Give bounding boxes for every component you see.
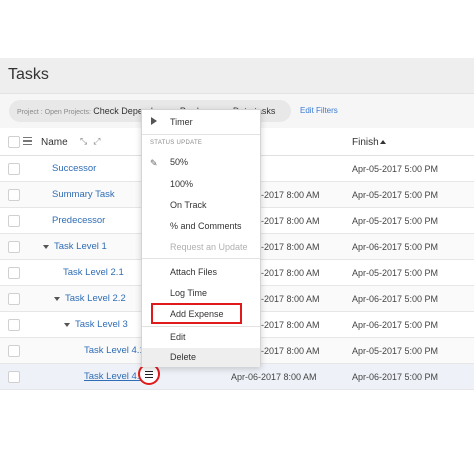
menu-item-label: Timer — [170, 117, 193, 127]
collapse-caret-icon[interactable] — [54, 297, 60, 301]
row-checkbox[interactable] — [8, 345, 20, 357]
finish-date: Apr-05-2017 5:00 PM — [352, 216, 439, 226]
menu-item-status-100[interactable]: 100% — [142, 179, 260, 189]
edit-filters-link[interactable]: Edit Filters — [300, 106, 338, 115]
finish-date: Apr-05-2017 5:00 PM — [352, 346, 439, 356]
menu-divider — [142, 326, 260, 327]
start-date: -2017 8:00 AM — [261, 268, 320, 278]
menu-item-timer[interactable]: Timer — [142, 116, 260, 130]
start-date: -2017 8:00 AM — [261, 294, 320, 304]
select-all-checkbox[interactable] — [8, 136, 20, 148]
hamburger-menu-icon — [145, 371, 153, 378]
row-checkbox[interactable] — [8, 189, 20, 201]
table-row[interactable]: Task Level 4.2 Apr-06-2017 8:00 AM Apr-0… — [0, 364, 474, 390]
menu-item-edit[interactable]: Edit — [142, 332, 260, 342]
collapse-caret-icon[interactable] — [64, 323, 70, 327]
row-checkbox[interactable] — [8, 215, 20, 227]
task-name-link[interactable]: Summary Task — [52, 189, 115, 200]
start-date: -2017 8:00 AM — [261, 190, 320, 200]
menu-item-request-update: Request an Update — [170, 242, 248, 252]
start-date: -2017 8:00 AM — [261, 242, 320, 252]
filter-key: Project : Open Projects: — [17, 109, 91, 116]
finish-date: Apr-05-2017 5:00 PM — [352, 190, 439, 200]
column-menu-icon[interactable] — [23, 137, 32, 145]
task-name-link[interactable]: Task Level 4.2 — [84, 371, 145, 382]
task-name-link[interactable]: Task Level 2.1 — [63, 267, 124, 278]
start-date: Apr-06-2017 8:00 AM — [231, 372, 317, 382]
page-title: Tasks — [8, 66, 49, 83]
task-name-link[interactable]: Task Level 3 — [75, 319, 128, 330]
menu-item-percent-comments[interactable]: % and Comments — [142, 221, 260, 231]
task-name-link[interactable]: Predecessor — [52, 215, 105, 226]
menu-divider — [142, 258, 260, 259]
menu-item-delete[interactable]: Delete — [142, 348, 260, 367]
row-checkbox[interactable] — [8, 319, 20, 331]
row-context-menu: Timer STATUS UPDATE ✎ 50% 100% On Track … — [141, 109, 261, 367]
task-name-link[interactable]: Task Level 2.2 — [65, 293, 126, 304]
column-header-name[interactable]: Name — [41, 137, 68, 148]
task-name-link[interactable]: Task Level 4.1 — [84, 345, 145, 356]
start-date: -2017 8:00 AM — [261, 346, 320, 356]
finish-date: Apr-05-2017 5:00 PM — [352, 164, 439, 174]
start-date: -2017 8:00 AM — [261, 216, 320, 226]
column-header-finish[interactable]: Finish — [352, 137, 379, 148]
menu-item-log-time[interactable]: Log Time — [142, 288, 260, 298]
task-name-link[interactable]: Task Level 1 — [54, 241, 107, 252]
finish-date: Apr-06-2017 5:00 PM — [352, 242, 439, 252]
row-checkbox[interactable] — [8, 267, 20, 279]
finish-date: Apr-06-2017 5:00 PM — [352, 320, 439, 330]
row-checkbox[interactable] — [8, 371, 20, 383]
row-checkbox[interactable] — [8, 293, 20, 305]
finish-date: Apr-06-2017 5:00 PM — [352, 372, 439, 382]
expand-collapse-icon[interactable]: ⤡⤢ — [80, 136, 106, 147]
row-checkbox[interactable] — [8, 241, 20, 253]
row-checkbox[interactable] — [8, 163, 20, 175]
start-date: -2017 8:00 AM — [261, 320, 320, 330]
finish-date: Apr-06-2017 5:00 PM — [352, 294, 439, 304]
finish-date: Apr-05-2017 5:00 PM — [352, 268, 439, 278]
menu-item-on-track[interactable]: On Track — [142, 200, 260, 210]
menu-divider — [142, 134, 260, 135]
sort-ascending-icon[interactable] — [380, 140, 386, 144]
page-header: Tasks — [0, 58, 474, 94]
status-update-heading: STATUS UPDATE — [150, 140, 203, 146]
play-icon — [151, 117, 157, 125]
task-name-link[interactable]: Successor — [52, 163, 96, 174]
menu-item-status-50[interactable]: 50% — [142, 157, 260, 167]
add-expense-highlight — [151, 303, 242, 324]
menu-item-attach-files[interactable]: Attach Files — [142, 267, 260, 277]
collapse-caret-icon[interactable] — [43, 245, 49, 249]
